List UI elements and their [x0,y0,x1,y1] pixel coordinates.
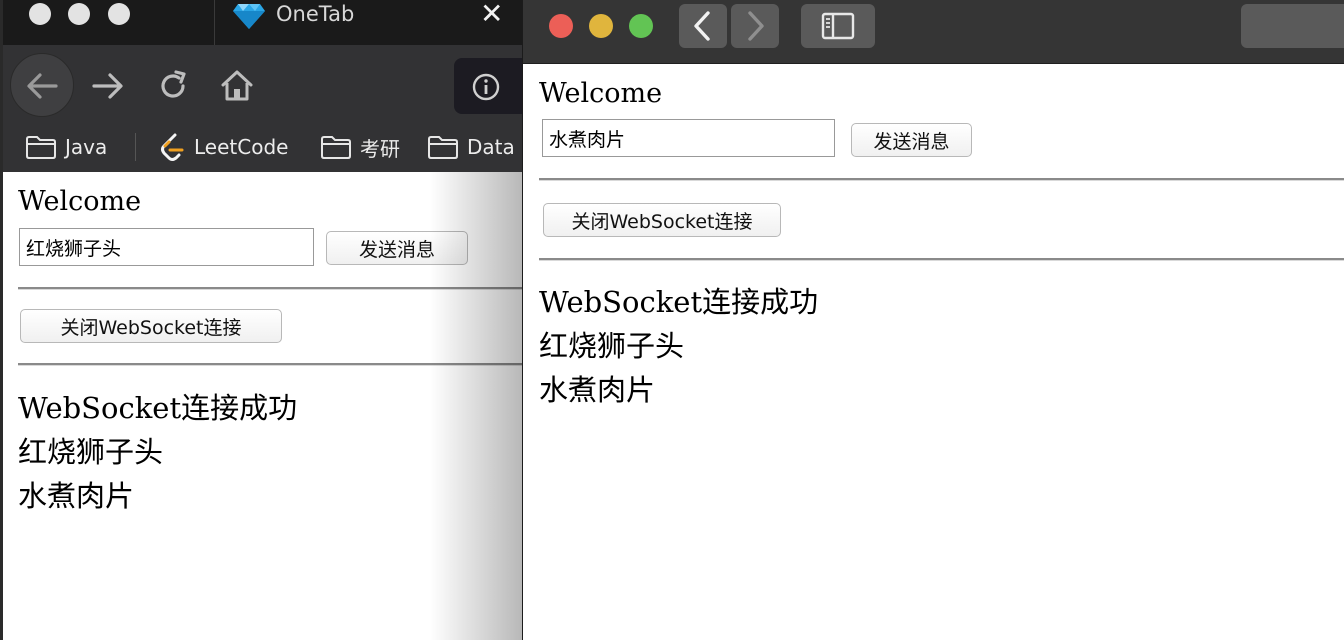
message-list: WebSocket连接成功 红烧狮子头 水煮肉片 [18,386,297,518]
close-websocket-button[interactable]: 关闭WebSocket连接 [543,203,781,237]
window-close-light[interactable] [29,3,51,25]
bookmark-leetcode[interactable]: LeetCode [158,133,288,161]
bookmark-kaoyan[interactable]: 考研 [320,133,400,161]
reload-icon[interactable] [155,68,191,104]
left-toolbar [0,45,522,127]
message-item: 红烧狮子头 [539,329,685,363]
send-message-button[interactable]: 发送消息 [851,123,972,157]
message-item: 水煮肉片 [539,373,656,407]
folder-icon [428,136,458,159]
onetab-diamond-icon [233,4,265,29]
message-list: WebSocket连接成功 红烧狮子头 水煮肉片 [539,280,818,412]
tab-close-icon[interactable]: ✕ [480,0,503,29]
message-item: WebSocket连接成功 [539,285,819,319]
left-titlebar: OneTab ✕ [0,0,522,45]
bookmark-java[interactable]: Java [25,133,107,161]
window-shadow [430,172,522,640]
forward-button[interactable] [731,4,779,48]
back-arrow-icon [27,73,58,99]
sidebar-toggle-button[interactable] [801,4,875,48]
bookmark-data[interactable]: Data [427,133,515,161]
page-title: Welcome [18,186,142,217]
window-close-light[interactable] [549,14,573,38]
back-button[interactable] [679,4,727,48]
message-item: WebSocket连接成功 [18,391,298,425]
folder-icon [321,136,351,159]
info-icon[interactable] [471,72,501,102]
message-input[interactable] [19,228,314,266]
close-websocket-button[interactable]: 关闭WebSocket连接 [20,309,282,343]
chevron-right-icon [748,11,764,41]
leetcode-icon [161,133,184,161]
divider [539,178,1344,181]
bookmarks-separator [135,133,136,161]
window-minimize-light[interactable] [589,14,613,38]
window-zoom-light[interactable] [108,3,130,25]
message-item: 红烧狮子头 [18,435,164,469]
sidebar-icon [821,12,855,40]
message-input[interactable] [542,119,835,157]
tab-title: OneTab [276,2,355,26]
window-edge [0,0,3,640]
page-title: Welcome [539,78,663,109]
right-browser-window: Welcome 发送消息 关闭WebSocket连接 WebSocket连接成功… [522,0,1344,640]
chevron-left-icon [694,11,710,41]
window-minimize-light[interactable] [68,3,90,25]
right-toolbar [523,0,1344,64]
message-item: 水煮肉片 [18,479,135,513]
forward-arrow-icon[interactable] [90,68,126,104]
divider [539,258,1344,261]
window-zoom-light[interactable] [629,14,653,38]
left-browser-window: OneTab ✕ Java LeetCode 考研 Data Welcome 红… [0,0,522,640]
address-field[interactable] [1241,4,1344,48]
folder-icon [26,136,56,159]
home-icon[interactable] [218,66,256,104]
